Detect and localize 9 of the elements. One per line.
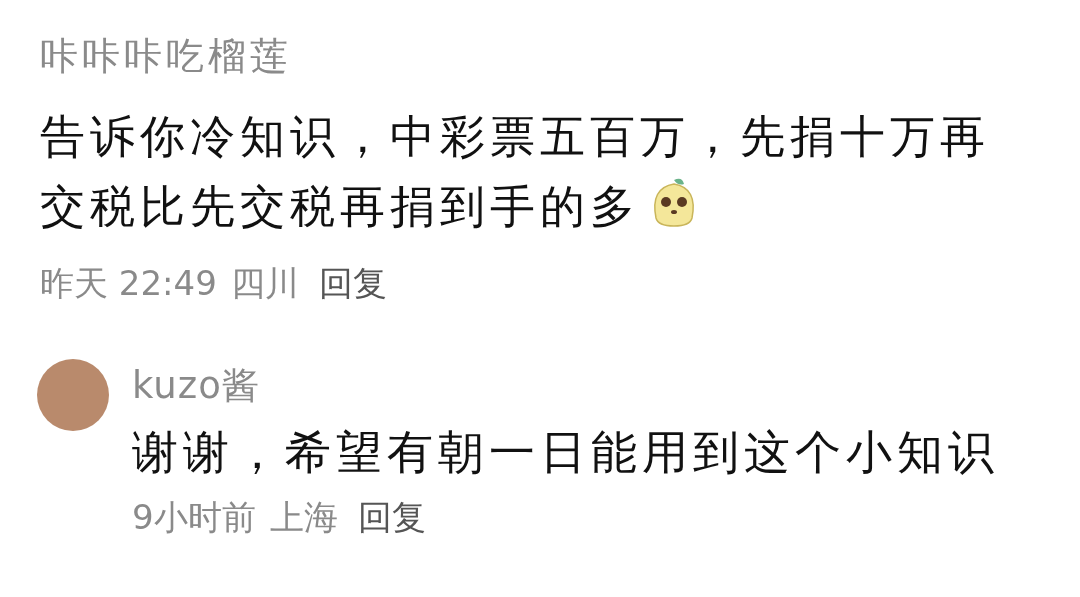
comment-time: 昨天 22:49	[40, 262, 217, 305]
comment-text: 谢谢，希望有朝一日能用到这个小知识	[132, 424, 1000, 481]
comment-text: 告诉你冷知识，中彩票五百万，先捐十万再交税比先交税再捐到手的多	[40, 109, 991, 235]
comment-location: 上海	[269, 496, 338, 539]
comment-time: 9小时前	[132, 496, 256, 539]
comment-location: 四川	[230, 262, 299, 305]
reply-link[interactable]: 回复	[318, 258, 387, 308]
reply-link[interactable]: 回复	[357, 492, 426, 542]
avatar-icon[interactable]	[36, 358, 110, 432]
